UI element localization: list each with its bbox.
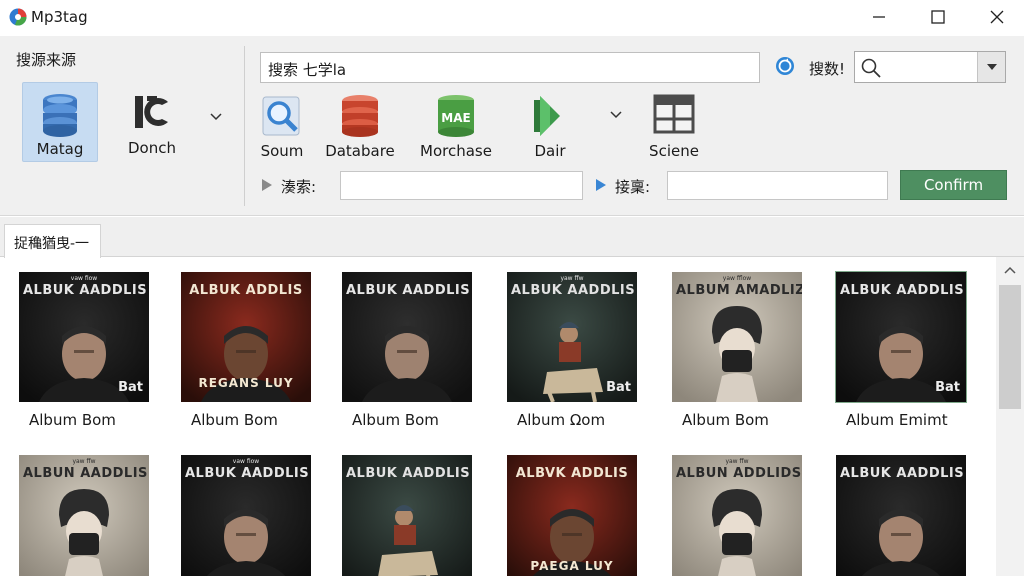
play-arrow-icon [596, 179, 606, 191]
caret-down-icon [987, 64, 997, 70]
source-label-donch: Donch [128, 139, 176, 157]
album-title-label: Album Emimt [846, 411, 948, 429]
album-cover-title: ALBUK AADDLIS [346, 466, 471, 481]
album-cover[interactable]: yaw ffw ALBUN ADDLIDSS [672, 455, 802, 576]
tool-label-databare: Databare [325, 142, 395, 160]
field-input-2[interactable] [667, 171, 888, 200]
album-cover-kicker: yaw fflow [722, 275, 752, 282]
album-cover-subtitle: PAEGA LUY [530, 559, 614, 573]
field-label-1: 湊索: [281, 178, 317, 196]
album-cover-subtitle: REGANS LUY [198, 376, 294, 390]
search-type-label: 搜数! [809, 60, 846, 78]
album-cover[interactable]: ALBUK AADDLIS [342, 272, 472, 402]
panel-tabstrip: 捉穐猶曳-一 [0, 217, 1024, 258]
title-bar: Mp3tag [0, 0, 1024, 36]
album-cover-subtitle: Bat [606, 380, 631, 395]
album-cover-title: ALBUN AADDLIS [23, 466, 148, 481]
album-title-label: Album Bom [682, 411, 769, 429]
album-cover[interactable]: yaw ffw ALBUK AADDLIS Bat [507, 272, 637, 402]
album-cover-title: ALBUM AMADLIZS [676, 283, 802, 298]
tool-button-dair[interactable]: Dair [510, 94, 590, 164]
confirm-button[interactable]: Confirm [900, 170, 1007, 200]
album-cover-kicker: yaw ffw [560, 275, 584, 282]
play-arrow-icon [262, 179, 272, 191]
album-cover-title: ALBUK AADDLIS [840, 283, 965, 298]
album-cover-title: ALBUK AADDLIS [185, 466, 310, 481]
album-panel: 捉穐猶曳-一 vaw fiow ALBUK AADDLIS Bat Album Bom… [0, 217, 1024, 576]
database-red-icon [342, 95, 378, 137]
album-cover-title: ALBVK ADDLIS [515, 466, 629, 481]
vertical-scrollbar[interactable] [996, 257, 1024, 576]
album-title-label: Album Bom [191, 411, 278, 429]
mp3tag-logo-icon [9, 8, 27, 26]
search-input[interactable]: 搜索 七学la [260, 52, 760, 83]
album-cover-kicker: vaw fiow [70, 275, 98, 282]
ribbon-toolbar: 搜源来源 Matag Donch 搜索 七学la 搜数! Soum Databa… [0, 36, 1024, 216]
album-cover[interactable]: yaw fflow ALBUM AMADLIZS [672, 272, 802, 402]
album-title-label: Album Bom [352, 411, 439, 429]
chevron-down-icon[interactable] [209, 112, 223, 122]
tool-label-dair: Dair [534, 142, 566, 160]
search-type-dropdown[interactable] [854, 51, 1006, 83]
source-label-matag: Matag [36, 140, 84, 158]
chevron-down-icon[interactable] [609, 110, 623, 120]
search-icon [861, 58, 881, 78]
album-cover[interactable]: ALBUK AADDLIS Bat [835, 271, 967, 403]
minimize-icon [873, 16, 885, 18]
album-cover-title: ALBUK ADDLIS [189, 283, 303, 298]
globe-refresh-icon[interactable] [775, 56, 795, 76]
close-icon [990, 10, 1004, 24]
source-button-matag[interactable]: Matag [22, 82, 98, 162]
field-label-2: 接稟: [615, 178, 651, 196]
maximize-icon [931, 10, 945, 24]
album-cover[interactable]: ALBUK AADDLIS [836, 455, 966, 576]
scroll-thumb[interactable] [999, 285, 1021, 409]
tool-label-sciene: Sciene [649, 142, 699, 160]
minimize-button[interactable] [856, 0, 902, 34]
album-cover[interactable]: ALBVK ADDLIS PAEGA LUY [507, 455, 637, 576]
album-cover-title: ALBUN ADDLIDSS [676, 466, 802, 481]
window-title: Mp3tag [31, 8, 88, 26]
album-title-label: Album Ωom [517, 411, 606, 429]
tool-label-morchase: Morchase [420, 142, 492, 160]
album-cover-title: ALBUK AADDLIS [346, 283, 471, 298]
tool-button-sciene[interactable]: Sciene [634, 94, 714, 164]
album-cover-title: ALBUK AADDLIS [511, 283, 636, 298]
tab-albums[interactable]: 捉穐猶曳-一 [4, 224, 101, 258]
album-cover-kicker: yaw ffw [725, 458, 749, 465]
svg-text:MAE: MAE [441, 111, 470, 125]
album-cover[interactable]: ALBUK ADDLIS REGANS LUY [181, 272, 311, 402]
album-cover-subtitle: Bat [118, 380, 143, 395]
magnifier-document-icon [262, 96, 300, 136]
album-cover[interactable]: yaw ffw ALBUN AADDLIS [19, 455, 149, 576]
tool-button-databare[interactable]: Databare [320, 94, 400, 164]
album-cover-kicker: vaw fiow [232, 458, 260, 465]
scroll-up-icon[interactable] [1003, 265, 1017, 275]
tool-button-morchase[interactable]: MAE Morchase [416, 94, 496, 164]
window-grid-icon [653, 94, 695, 134]
close-button[interactable] [974, 0, 1020, 34]
green-arrow-icon [534, 96, 560, 136]
green-database-icon: MAE [438, 95, 474, 137]
album-cover[interactable]: vaw fiow ALBUK AADDLIS [181, 455, 311, 576]
album-title-label: Album Bom [29, 411, 116, 429]
dropdown-toggle[interactable] [977, 52, 1005, 82]
album-cover[interactable]: vaw fiow ALBUK AADDLIS Bat [19, 272, 149, 402]
database-icon [43, 94, 77, 137]
album-cover-title: ALBUK AADDLIS [840, 466, 965, 481]
sources-label: 搜源来源 [16, 51, 77, 69]
source-button-donch[interactable]: Donch [114, 82, 190, 162]
maximize-button[interactable] [915, 0, 961, 34]
album-cover-title: ALBUK AADDLIS [23, 283, 148, 298]
album-cover-subtitle: Bat [935, 380, 960, 395]
field-input-1[interactable] [340, 171, 583, 200]
ic-logo-icon [135, 96, 168, 128]
album-grid: vaw fiow ALBUK AADDLIS Bat Album Bom ALBUK … [0, 269, 996, 576]
album-cover[interactable]: ALBUK AADDLIS [342, 455, 472, 576]
album-cover-kicker: yaw ffw [72, 458, 96, 465]
